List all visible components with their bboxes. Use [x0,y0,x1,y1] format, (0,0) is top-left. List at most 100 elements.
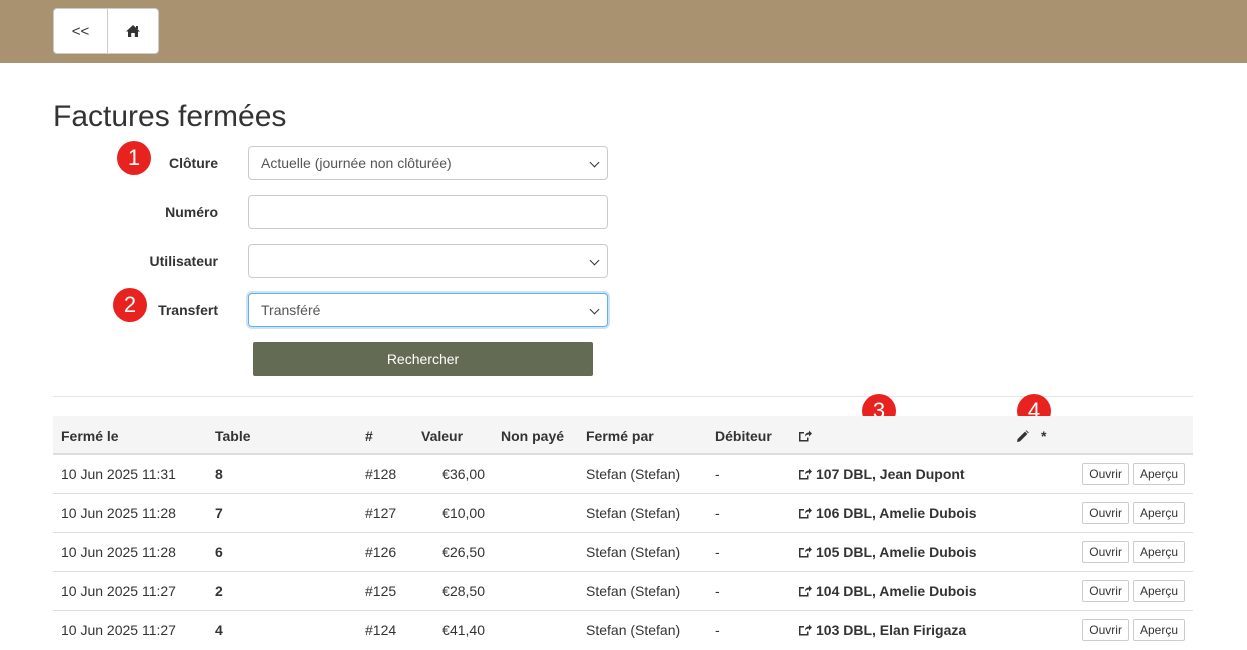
numero-input[interactable] [248,195,608,229]
col-valeur[interactable]: Valeur [413,416,493,455]
cloture-select[interactable]: Actuelle (journée non clôturée) [248,146,608,180]
cell-debiteur: - [707,492,790,532]
preview-button[interactable]: Aperçu [1132,462,1185,485]
share-icon [799,624,812,636]
transfert-label: Transfert [158,302,218,318]
cell-debiteur: - [707,531,790,571]
transfert-value: Transféré [261,302,321,318]
open-button[interactable]: Ouvrir [1082,579,1129,602]
cell-transfer[interactable]: 107 DBL, Jean Dupont [790,453,1033,493]
cell-debiteur: - [707,570,790,610]
transfert-select[interactable]: Transféré [248,293,608,327]
preview-button[interactable]: Aperçu [1132,618,1185,641]
cell-debiteur: - [707,453,790,493]
col-non-paye[interactable]: Non payé [493,416,578,455]
cell-date: 10 Jun 2025 11:27 [53,570,207,610]
col-ferme-par[interactable]: Fermé par [578,416,707,455]
share-icon [799,507,812,518]
cell-number: #125 [357,570,413,610]
transfer-label: 107 DBL, Jean Dupont [816,465,965,482]
open-button[interactable]: Ouvrir [1082,501,1129,524]
cell-debiteur: - [707,609,790,649]
table-row: 10 Jun 2025 11:27 4 #124 €41,40 Stefan (Stef… [53,609,1193,649]
cell-actions: Ouvrir Aperçu [1033,453,1193,493]
cell-number: #126 [357,531,413,571]
transfer-label: 105 DBL, Amelie Dubois [816,543,977,560]
table-row: 10 Jun 2025 11:27 2 #125 €28,50 Stefan (Stef… [53,570,1193,610]
col-table[interactable]: Table [207,416,357,455]
cell-actions: Ouvrir Aperçu [1033,570,1193,610]
cell-date: 10 Jun 2025 11:31 [53,453,207,493]
closed-invoices-table: Fermé le Table # Valeur Non payé Fermé p… [53,416,1193,649]
cell-transfer[interactable]: 106 DBL, Amelie Dubois [790,492,1033,532]
cell-ferme-par: Stefan (Stefan) [578,531,707,571]
table-row: 10 Jun 2025 11:31 8 #128 €36,00 Stefan (Stef… [53,453,1193,493]
home-button[interactable] [107,8,159,54]
open-button[interactable]: Ouvrir [1082,618,1129,641]
chevron-down-icon [589,304,600,315]
cell-transfer[interactable]: 104 DBL, Amelie Dubois [790,570,1033,610]
chevron-down-icon [589,255,600,266]
cloture-value: Actuelle (journée non clôturée) [261,155,452,171]
share-icon [799,546,812,557]
open-button[interactable]: Ouvrir [1082,462,1129,485]
table-row: 10 Jun 2025 11:28 7 #127 €10,00 Stefan (Stef… [53,492,1193,532]
cell-ferme-par: Stefan (Stefan) [578,492,707,532]
cell-actions: Ouvrir Aperçu [1033,609,1193,649]
cell-actions: Ouvrir Aperçu [1033,531,1193,571]
cell-date: 10 Jun 2025 11:28 [53,531,207,571]
cell-number: #127 [357,492,413,532]
cell-table: 8 [207,453,357,493]
cell-non-paye [493,453,578,493]
cell-ferme-par: Stefan (Stefan) [578,570,707,610]
cell-non-paye [493,609,578,649]
share-icon [799,430,812,442]
cell-non-paye [493,531,578,571]
cell-transfer[interactable]: 103 DBL, Elan Firigaza [790,609,1033,649]
transfer-label: 104 DBL, Amelie Dubois [816,582,977,599]
cell-valeur: €41,40 [413,609,493,649]
cloture-label: Clôture [169,155,218,171]
search-button[interactable]: Rechercher [253,342,593,376]
cell-ferme-par: Stefan (Stefan) [578,609,707,649]
table-header-row: Fermé le Table # Valeur Non payé Fermé p… [53,416,1193,455]
page-title: Factures fermées [53,100,287,133]
share-icon [799,468,812,480]
cell-actions: Ouvrir Aperçu [1033,492,1193,532]
col-ferme-le[interactable]: Fermé le [53,416,207,455]
open-button[interactable]: Ouvrir [1082,540,1129,563]
col-number[interactable]: # [357,416,413,455]
cell-valeur: €26,50 [413,531,493,571]
preview-button[interactable]: Aperçu [1132,540,1185,563]
cell-non-paye [493,492,578,532]
col-transfer[interactable] [790,416,1033,455]
cell-valeur: €36,00 [413,453,493,493]
cell-table: 6 [207,531,357,571]
cell-table: 2 [207,570,357,610]
cell-number: #128 [357,453,413,493]
home-icon [126,25,140,37]
top-bar: << [0,0,1247,63]
preview-button[interactable]: Aperçu [1132,579,1185,602]
transfer-label: 103 DBL, Elan Firigaza [816,621,967,638]
transfer-label: 106 DBL, Amelie Dubois [816,504,977,521]
preview-button[interactable]: Aperçu [1132,501,1185,524]
back-button[interactable]: << [53,8,108,54]
cell-valeur: €10,00 [413,492,493,532]
col-debiteur[interactable]: Débiteur [707,416,790,455]
utilisateur-label: Utilisateur [149,253,218,269]
share-icon [799,585,812,596]
cell-table: 4 [207,609,357,649]
cell-ferme-par: Stefan (Stefan) [578,453,707,493]
chevron-down-icon [589,157,600,168]
cell-valeur: €28,50 [413,570,493,610]
cell-non-paye [493,570,578,610]
cell-table: 7 [207,492,357,532]
table-row: 10 Jun 2025 11:28 6 #126 €26,50 Stefan (Stef… [53,531,1193,571]
pencil-icon [1017,430,1029,442]
cell-date: 10 Jun 2025 11:27 [53,609,207,649]
divider [53,396,1193,397]
utilisateur-select[interactable] [248,244,608,278]
cell-number: #124 [357,609,413,649]
cell-transfer[interactable]: 105 DBL, Amelie Dubois [790,531,1033,571]
